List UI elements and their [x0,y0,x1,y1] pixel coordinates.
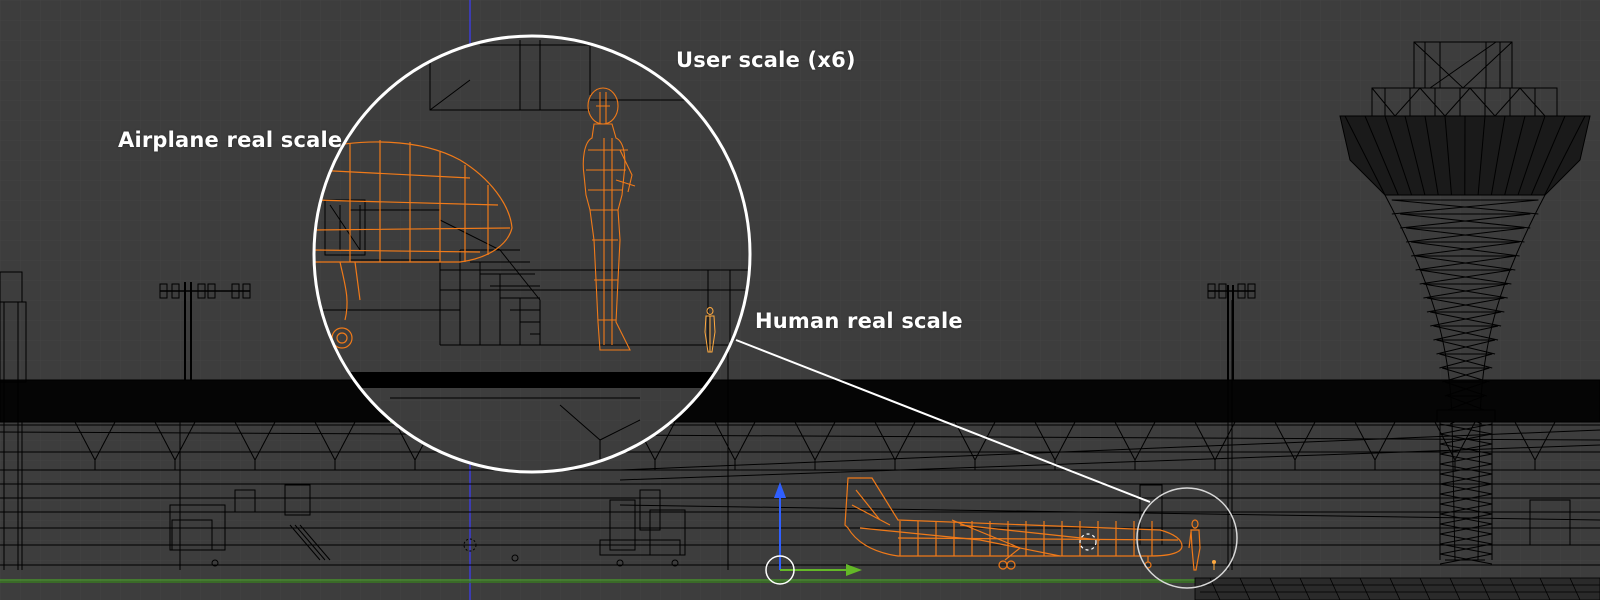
3d-viewport[interactable] [0,0,1600,600]
user-scale-label: User scale (x6) [676,48,856,72]
human-real-scale-label: Human real scale [755,309,963,333]
viewport-grid [0,0,1600,600]
3d-viewport-stage[interactable]: User scale (x6) Airplane real scale Huma… [0,0,1600,600]
airplane-real-scale-label: Airplane real scale [118,128,343,152]
